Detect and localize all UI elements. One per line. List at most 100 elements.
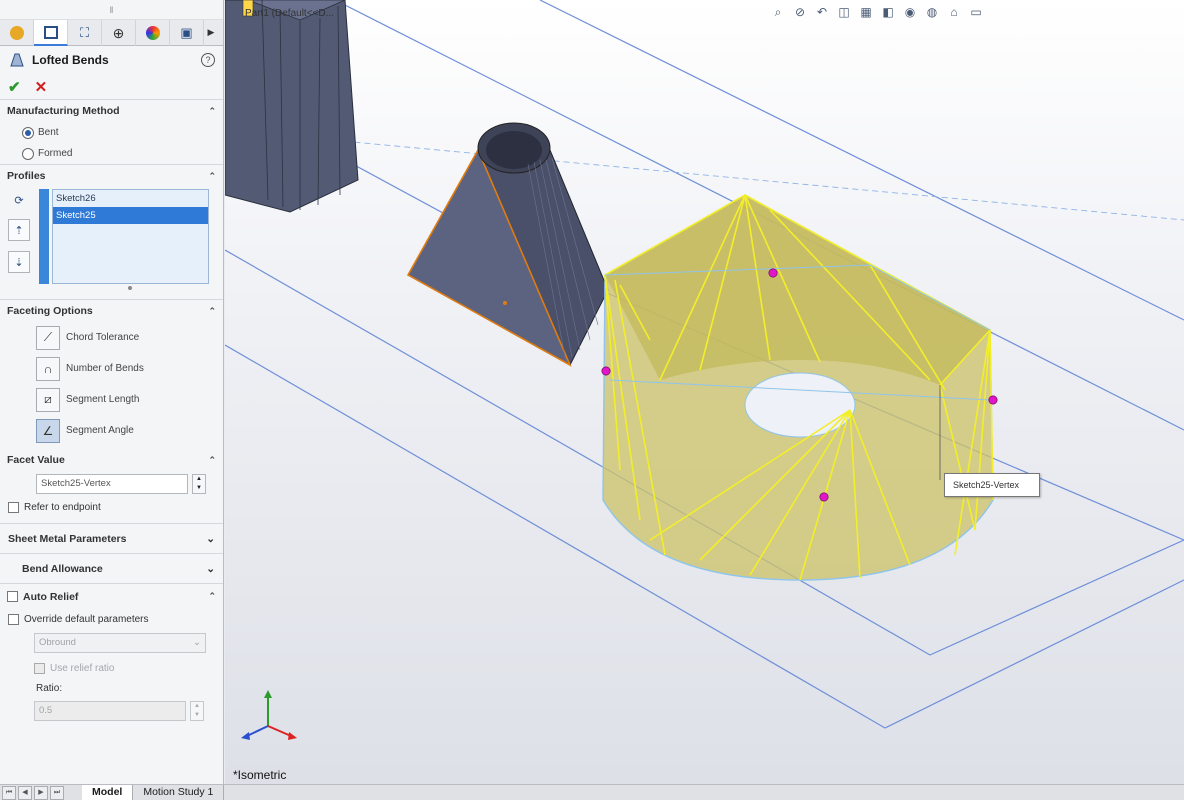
previous-view-icon[interactable]: ↶ — [814, 4, 830, 20]
chevron-up-icon[interactable]: ⌃ — [208, 591, 216, 602]
apply-scene-icon[interactable]: ⌂ — [946, 4, 962, 20]
bottom-tab-bar: ⏮ ◀ ▶ ⏭ Model Motion Study 1 — [0, 784, 1184, 800]
ratio-input[interactable]: 0.5 — [34, 701, 186, 721]
tab-cam-manager[interactable]: ▣ — [170, 20, 204, 46]
breadcrumb[interactable]: Part1 (Default<<D... — [245, 8, 334, 19]
override-default-checkbox[interactable] — [8, 613, 19, 625]
segment-length-icon[interactable]: ⧄ — [36, 387, 60, 412]
auto-relief-header[interactable]: Auto Relief ⌃ — [0, 583, 223, 609]
heads-up-view-toolbar: ⌕ ⊘ ↶ ◫ ▦ ◧ ◉ ◍ ⌂ ▭ — [770, 4, 984, 20]
refer-to-endpoint-row[interactable]: Refer to endpoint — [0, 497, 223, 517]
tab-configuration-manager[interactable]: ⛶ — [68, 20, 102, 46]
model-scene[interactable] — [225, 0, 1184, 784]
next-tab-icon[interactable]: ▶ — [34, 785, 48, 800]
radio-formed[interactable]: Formed — [0, 143, 223, 164]
lofted-body-1[interactable] — [225, 0, 359, 213]
manager-tabs: ⛶ ⊕ ▣ ▶ — [0, 20, 223, 46]
profile-item-selected[interactable]: Sketch25 — [53, 207, 208, 224]
tab-motion-study[interactable]: Motion Study 1 — [133, 784, 225, 800]
bend-allowance-header[interactable]: Bend Allowance ⌄ — [0, 553, 223, 583]
chevron-up-icon[interactable]: ⌃ — [208, 306, 216, 317]
view-orientation-label: *Isometric — [233, 768, 287, 782]
use-relief-ratio-row[interactable]: Use relief ratio — [0, 657, 223, 679]
facet-value-header[interactable]: Facet Value ⌃ — [0, 449, 223, 471]
graphics-viewport[interactable]: Part1 (Default<<D... ⌕ ⊘ ↶ ◫ ▦ ◧ ◉ ◍ ⌂ ▭… — [225, 0, 1184, 784]
property-manager-panel: ‖ ⛶ ⊕ ▣ ▶ Lofted Bends ? ✔ ✕ Manufacturi… — [0, 0, 224, 784]
faceting-options-label: Faceting Options — [7, 305, 93, 317]
auto-relief-label: Auto Relief — [23, 590, 79, 603]
chevron-up-icon[interactable]: ⌃ — [208, 171, 216, 182]
feature-title: Lofted Bends — [32, 53, 109, 67]
ratio-spinner[interactable]: ▲ ▼ — [190, 701, 204, 721]
lofted-bend-preview[interactable] — [601, 194, 998, 581]
feature-tree-icon — [9, 26, 24, 40]
previous-tab-icon[interactable]: ◀ — [18, 785, 32, 800]
ok-check-icon[interactable]: ✔ — [8, 78, 21, 96]
chord-tolerance-icon[interactable]: ⟋ — [36, 325, 60, 350]
sheet-metal-parameters-header[interactable]: Sheet Metal Parameters ⌄ — [0, 523, 223, 553]
chevron-down-icon[interactable]: ⌄ — [206, 533, 215, 545]
facet-option-chord-tolerance[interactable]: ⟋ Chord Tolerance — [0, 322, 223, 353]
manufacturing-method-label: Manufacturing Method — [7, 105, 120, 117]
faceting-options-header[interactable]: Faceting Options ⌃ — [0, 300, 223, 322]
reference-triad — [241, 690, 297, 740]
segment-angle-icon[interactable]: ∠ — [36, 418, 60, 443]
profiles-header[interactable]: Profiles ⌃ — [0, 165, 223, 187]
lofted-body-2[interactable] — [406, 122, 609, 367]
tab-display-manager[interactable] — [136, 20, 170, 46]
tab-model[interactable]: Model — [82, 784, 134, 800]
move-up-button[interactable]: ⇡ — [8, 219, 30, 241]
bend-allowance-label: Bend Allowance — [22, 562, 103, 575]
refer-to-endpoint-label: Refer to endpoint — [24, 501, 101, 513]
radio-formed-button[interactable] — [22, 147, 34, 160]
zoom-to-fit-icon[interactable]: ⌕ — [770, 4, 786, 20]
facet-value-spinner[interactable]: ▲ ▼ — [192, 474, 206, 494]
chevron-up-icon[interactable]: ⌃ — [208, 455, 216, 466]
view-settings-icon[interactable]: ▭ — [968, 4, 984, 20]
override-default-row[interactable]: Override default parameters — [0, 609, 223, 629]
property-manager-icon — [43, 25, 58, 39]
profile-item[interactable]: Sketch26 — [53, 190, 208, 207]
cam-icon: ▣ — [180, 25, 193, 40]
zoom-to-area-icon[interactable]: ⊘ — [792, 4, 808, 20]
refer-to-endpoint-checkbox[interactable] — [8, 501, 19, 513]
tab-property-manager[interactable] — [34, 20, 68, 46]
facet-value-input[interactable]: Sketch25-Vertex — [36, 474, 188, 494]
edit-appearance-icon[interactable]: ◍ — [924, 4, 940, 20]
cancel-x-icon[interactable]: ✕ — [35, 78, 48, 96]
dimxpert-icon: ⊕ — [112, 24, 125, 41]
override-default-label: Override default parameters — [24, 613, 149, 625]
display-style-icon[interactable]: ◧ — [880, 4, 896, 20]
panel-collapse-handle[interactable]: ‖ — [0, 0, 223, 20]
radio-bent[interactable]: Bent — [0, 122, 223, 143]
facet-option-label: Number of Bends — [66, 363, 144, 374]
feature-header: Lofted Bends ? — [0, 46, 223, 74]
tab-feature-manager[interactable] — [0, 20, 34, 46]
tabs-scroll-right-icon[interactable]: ▶ — [204, 20, 218, 45]
view-orientation-icon[interactable]: ▦ — [858, 4, 874, 20]
first-tab-icon[interactable]: ⏮ — [2, 785, 16, 800]
use-relief-ratio-checkbox[interactable] — [34, 662, 45, 674]
help-icon[interactable]: ? — [201, 53, 215, 67]
facet-option-label: Segment Length — [66, 394, 140, 405]
chevron-up-icon[interactable]: ⌃ — [208, 106, 216, 117]
last-tab-icon[interactable]: ⏭ — [50, 785, 64, 800]
chevron-down-icon[interactable]: ⌄ — [206, 563, 215, 575]
section-view-icon[interactable]: ◫ — [836, 4, 852, 20]
list-resize-handle[interactable] — [128, 286, 132, 290]
radio-formed-label: Formed — [38, 148, 73, 159]
move-down-button[interactable]: ⇣ — [8, 251, 30, 273]
hide-show-items-icon[interactable]: ◉ — [902, 4, 918, 20]
use-relief-ratio-label: Use relief ratio — [50, 662, 115, 674]
tab-dimxpert-manager[interactable]: ⊕ — [102, 20, 136, 46]
auto-relief-checkbox[interactable] — [7, 591, 18, 602]
facet-option-segment-length[interactable]: ⧄ Segment Length — [0, 384, 223, 415]
radio-bent-button[interactable] — [22, 126, 34, 139]
facet-option-number-of-bends[interactable]: ∩ Number of Bends — [0, 353, 223, 384]
facet-option-segment-angle[interactable]: ∠ Segment Angle — [0, 415, 223, 446]
sheet-metal-parameters-label: Sheet Metal Parameters — [8, 532, 127, 545]
number-of-bends-icon[interactable]: ∩ — [36, 356, 60, 381]
profiles-list[interactable]: Sketch26 Sketch25 — [52, 189, 209, 284]
relief-type-select[interactable]: Obround ⌄ — [34, 633, 206, 653]
manufacturing-method-header[interactable]: Manufacturing Method ⌃ — [0, 100, 223, 122]
